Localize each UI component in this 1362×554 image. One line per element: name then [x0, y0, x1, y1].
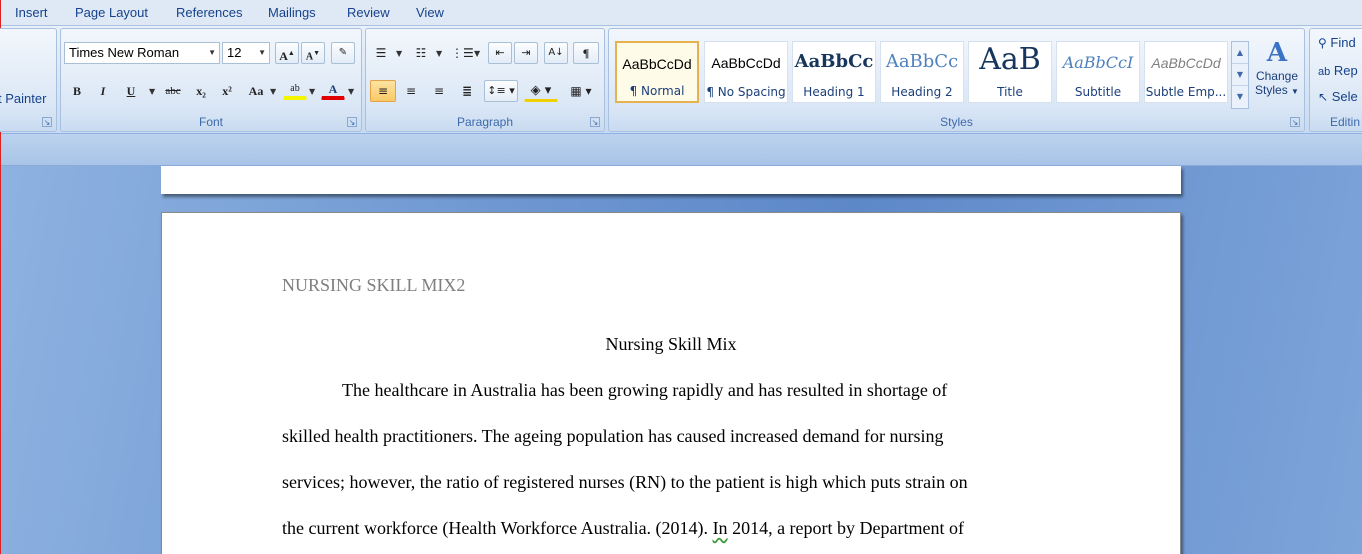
tab-review[interactable]: Review	[347, 5, 390, 20]
align-center-icon[interactable]: ≡	[398, 80, 424, 102]
tab-insert[interactable]: Insert	[15, 5, 48, 20]
chevron-down-icon[interactable]: ▼	[1232, 64, 1248, 86]
shading-icon[interactable]: ◈ ▾	[524, 80, 558, 102]
bold-button[interactable]: B	[65, 80, 89, 102]
style-normal[interactable]: AaBbCcDd ¶ Normal	[615, 41, 699, 103]
chevron-down-icon[interactable]: ▼	[436, 49, 442, 58]
sort-icon[interactable]: A↓	[544, 42, 568, 64]
clipboard-launcher-icon[interactable]: ↘	[42, 117, 52, 127]
line-spacing-icon[interactable]: ↕≡ ▾	[484, 80, 518, 102]
grammar-flag-word[interactable]: In	[713, 518, 728, 538]
select-button[interactable]: ↖ Sele	[1318, 89, 1358, 104]
underline-button[interactable]: U	[119, 80, 143, 102]
page-header: NURSING SKILL MIX2	[282, 275, 466, 295]
chevron-down-icon[interactable]: ▼	[348, 87, 354, 96]
format-painter-button[interactable]: t Painter	[0, 91, 46, 106]
clipboard-group: t Painter ↘	[0, 28, 57, 132]
ruler-bar	[1, 134, 1362, 166]
font-group: Times New Roman ▼ 12 ▼ A▲ A▼ ✎ B I U ▼ a…	[60, 28, 362, 132]
chevron-down-icon: ▼	[258, 48, 266, 57]
italic-button[interactable]: I	[91, 80, 115, 102]
change-styles-button[interactable]: A Change Styles ▼	[1251, 37, 1303, 113]
style-subtitle[interactable]: AaBbCcI Subtitle	[1056, 41, 1140, 103]
increase-indent-icon[interactable]: ⇥	[514, 42, 538, 64]
grow-font-button[interactable]: A▲	[275, 42, 299, 64]
paragraph-group-label: Paragraph	[456, 115, 514, 129]
cursor-icon: ↖	[1318, 90, 1329, 104]
document-title: Nursing Skill Mix	[605, 334, 737, 354]
window-frame: Insert Page Layout References Mailings R…	[0, 0, 1362, 554]
change-styles-icon: A	[1266, 38, 1288, 68]
previous-page	[161, 166, 1181, 194]
change-case-button[interactable]: Aa	[243, 80, 269, 102]
style-subtle-emphasis[interactable]: AaBbCcDd Subtle Emp...	[1144, 41, 1228, 103]
highlight-button[interactable]: ab	[283, 78, 307, 100]
font-size-combo[interactable]: 12 ▼	[222, 42, 270, 64]
styles-group-label: Styles	[940, 115, 973, 129]
change-styles-label-2: Styles	[1255, 83, 1288, 97]
align-left-icon[interactable]: ≡	[370, 80, 396, 102]
font-color-button[interactable]: A	[321, 78, 345, 100]
chevron-down-icon[interactable]: ▼	[149, 87, 155, 96]
body-line-4-text: the current workforce (Health Workforce …	[282, 518, 709, 538]
ribbon: t Painter ↘ Times New Roman ▼ 12 ▼ A▲ A▼…	[0, 26, 1362, 134]
ribbon-tabs: Insert Page Layout References Mailings R…	[1, 0, 1362, 26]
tab-page-layout[interactable]: Page Layout	[75, 5, 148, 20]
borders-icon[interactable]: ▦ ▾	[564, 80, 598, 102]
font-name-combo[interactable]: Times New Roman ▼	[64, 42, 220, 64]
editing-group-label: Editin	[1330, 115, 1361, 129]
justify-icon[interactable]: ≣	[454, 80, 480, 102]
tab-mailings[interactable]: Mailings	[268, 5, 316, 20]
font-group-label: Font	[198, 115, 223, 129]
body-line-4-tail: 2014, a report by Department of	[727, 518, 964, 538]
style-heading-1[interactable]: AaBbCc Heading 1	[792, 41, 876, 103]
bullets-icon[interactable]: ☰	[370, 42, 392, 64]
chevron-up-icon[interactable]: ▲	[1232, 42, 1248, 64]
document-workspace: NURSING SKILL MIX2 Nursing Skill Mix The…	[1, 166, 1362, 554]
binoculars-icon: ⚲	[1318, 36, 1327, 50]
chevron-down-icon: ▼	[1291, 87, 1299, 96]
style-no-spacing[interactable]: AaBbCcDd ¶ No Spacing	[704, 41, 788, 103]
shrink-font-button[interactable]: A▼	[301, 42, 325, 64]
strikethrough-button[interactable]: abc	[159, 80, 187, 102]
decrease-indent-icon[interactable]: ⇤	[488, 42, 512, 64]
change-styles-label-1: Change	[1255, 69, 1299, 83]
style-heading-2[interactable]: AaBbCc Heading 2	[880, 41, 964, 103]
body-line-4: the current workforce (Health Workforce …	[282, 518, 964, 539]
chevron-down-icon[interactable]: ▼	[270, 87, 276, 96]
replace-icon: ab	[1318, 66, 1331, 78]
tab-references[interactable]: References	[176, 5, 242, 20]
body-line-1: The healthcare in Australia has been gro…	[342, 380, 948, 400]
paragraph-launcher-icon[interactable]: ↘	[590, 117, 600, 127]
paragraph-group: ☰ ▼ ☷ ▼ ⋮☰ ▼ ⇤ ⇥ A↓ ¶ ≡ ≡ ≡ ≣ ↕≡ ▾ ◈ ▾ ▦…	[365, 28, 605, 132]
font-name-value: Times New Roman	[69, 45, 180, 60]
styles-launcher-icon[interactable]: ↘	[1290, 117, 1300, 127]
show-formatting-marks-button[interactable]: ¶	[573, 42, 599, 64]
superscript-button[interactable]: x²	[215, 80, 239, 102]
replace-button[interactable]: ab Rep	[1318, 63, 1358, 78]
multilevel-list-icon[interactable]: ⋮☰	[450, 42, 474, 64]
chevron-down-icon[interactable]: ▼	[396, 49, 402, 58]
tab-view[interactable]: View	[416, 5, 444, 20]
subscript-button[interactable]: x₂	[189, 80, 213, 102]
font-launcher-icon[interactable]: ↘	[347, 117, 357, 127]
editing-group: ⚲ Find ab Rep ↖ Sele Editin	[1309, 28, 1362, 132]
body-line-3: services; however, the ratio of register…	[282, 472, 968, 492]
font-size-value: 12	[227, 45, 242, 60]
styles-gallery-scroll[interactable]: ▲ ▼ ▼	[1231, 41, 1249, 109]
style-title[interactable]: AaB Title	[968, 41, 1052, 103]
clear-formatting-icon[interactable]: ✎	[331, 42, 355, 64]
chevron-down-icon: ▼	[208, 48, 216, 57]
chevron-down-icon[interactable]: ▼	[474, 49, 480, 58]
body-line-2: skilled health practitioners. The ageing…	[282, 426, 944, 446]
chevron-down-icon[interactable]: ▼	[309, 87, 315, 96]
align-right-icon[interactable]: ≡	[426, 80, 452, 102]
styles-group: AaBbCcDd ¶ Normal AaBbCcDd ¶ No Spacing …	[608, 28, 1305, 132]
numbering-icon[interactable]: ☷	[410, 42, 432, 64]
more-icon[interactable]: ▼	[1232, 86, 1248, 108]
find-button[interactable]: ⚲ Find	[1318, 35, 1356, 50]
document-page[interactable]: NURSING SKILL MIX2 Nursing Skill Mix The…	[161, 212, 1181, 554]
